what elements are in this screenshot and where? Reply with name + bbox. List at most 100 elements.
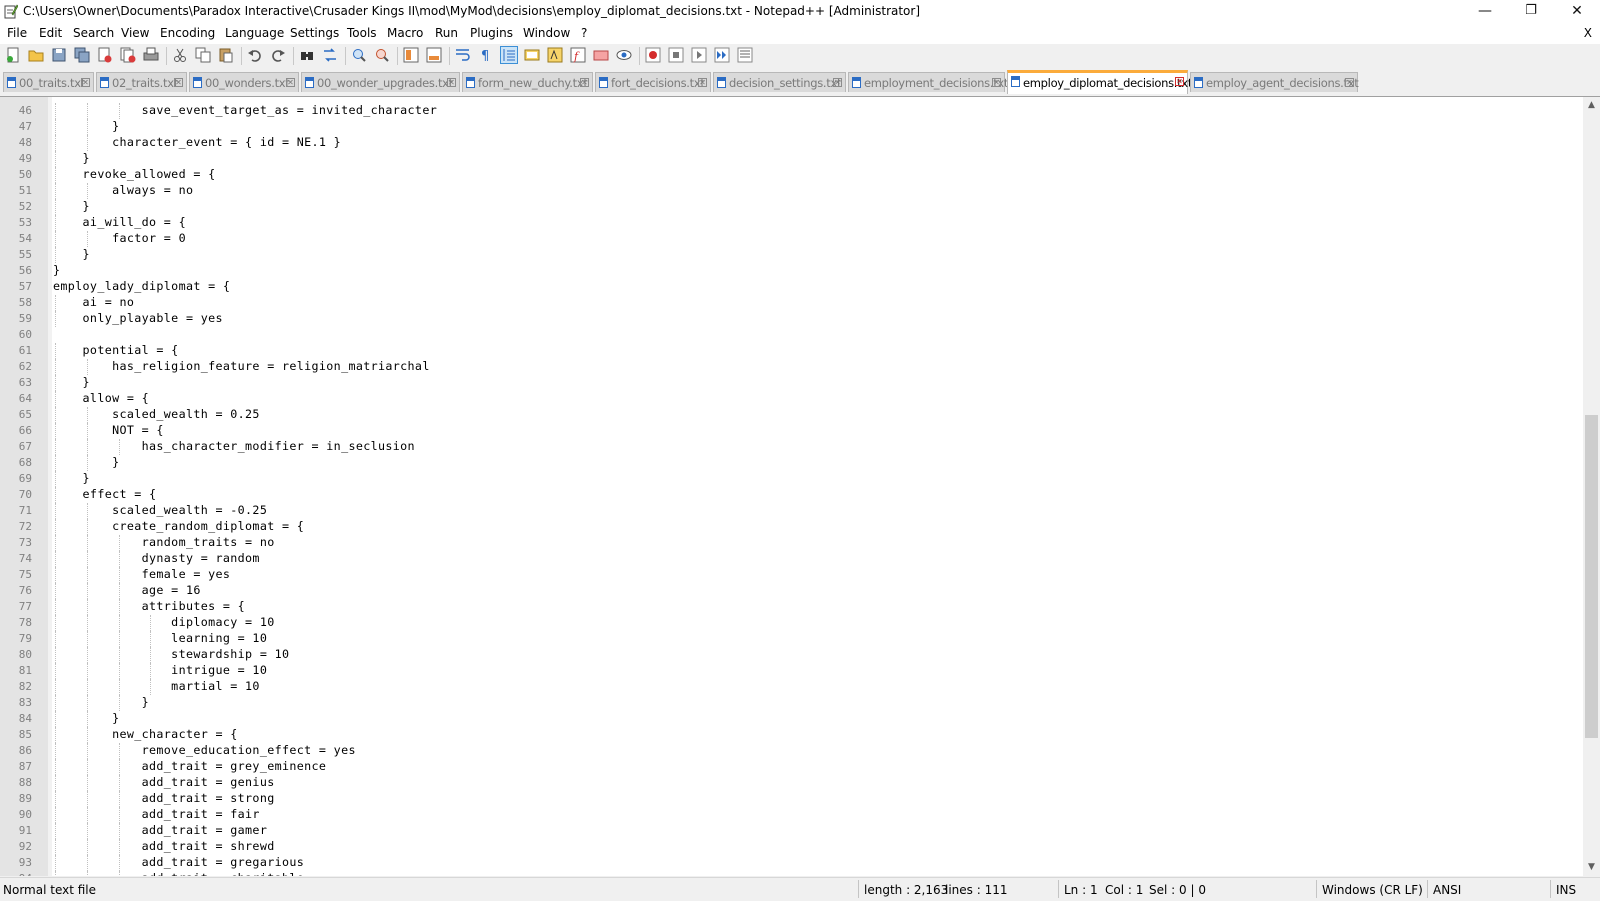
code-line[interactable]: }	[53, 375, 90, 389]
tab-close-icon[interactable]: ✕	[1345, 78, 1354, 87]
folder-workspace-icon[interactable]	[593, 47, 609, 63]
macro-stop-icon[interactable]	[668, 47, 684, 63]
code-line[interactable]: attributes = {	[53, 599, 245, 613]
close-document-button[interactable]: X	[1584, 26, 1592, 40]
word-wrap-icon[interactable]	[455, 47, 471, 63]
copy-icon[interactable]	[195, 47, 211, 63]
macro-run-multiple-icon[interactable]	[714, 47, 730, 63]
new-file-icon[interactable]	[5, 47, 21, 63]
code-line[interactable]: stewardship = 10	[53, 647, 289, 661]
close-button[interactable]: ✕	[1554, 0, 1600, 24]
macro-save-icon[interactable]	[737, 47, 753, 63]
macro-record-icon[interactable]	[645, 47, 661, 63]
menu-tools[interactable]: Tools	[347, 26, 377, 40]
tab-02-traits[interactable]: 02_traits.txt ✕	[96, 72, 187, 92]
code-line[interactable]: factor = 0	[53, 231, 186, 245]
save-icon[interactable]	[51, 47, 67, 63]
menu-settings[interactable]: Settings	[290, 26, 339, 40]
code-line[interactable]: learning = 10	[53, 631, 267, 645]
document-map-icon[interactable]	[547, 47, 563, 63]
scroll-down-arrow-icon[interactable]: ▼	[1583, 859, 1600, 876]
code-line[interactable]: }	[53, 695, 149, 709]
editor-area[interactable]: 46 save_event_target_as = invited_charac…	[0, 96, 1600, 876]
tab-form-new-duchy[interactable]: form_new_duchy.txt ✕	[462, 72, 593, 92]
tab-employ-diplomat-decisions[interactable]: employ_diplomat_decisions.txt ✕	[1007, 70, 1192, 94]
tab-close-icon[interactable]: ✕	[81, 78, 90, 87]
code-line[interactable]: always = no	[53, 183, 193, 197]
scrollbar-thumb[interactable]	[1585, 415, 1598, 738]
code-line[interactable]: character_event = { id = NE.1 }	[53, 135, 341, 149]
save-all-icon[interactable]	[74, 47, 90, 63]
menu-window[interactable]: Window	[523, 26, 570, 40]
menu-run[interactable]: Run	[435, 26, 458, 40]
tab-close-icon[interactable]: ✕	[698, 78, 707, 87]
code-line[interactable]: save_event_target_as = invited_character	[53, 103, 437, 117]
code-line[interactable]: allow = {	[53, 391, 149, 405]
tab-close-icon[interactable]: ✕	[1175, 77, 1184, 86]
monitoring-icon[interactable]	[616, 47, 632, 63]
code-line[interactable]: }	[53, 247, 90, 261]
tab-close-icon[interactable]: ✕	[447, 78, 456, 87]
code-line[interactable]: remove_education_effect = yes	[53, 743, 356, 757]
code-line[interactable]: add_trait = gregarious	[53, 855, 304, 869]
tab-employ-agent-decisions[interactable]: employ_agent_decisions.txt ✕	[1190, 72, 1359, 92]
open-file-icon[interactable]	[28, 47, 44, 63]
code-line[interactable]: create_random_diplomat = {	[53, 519, 304, 533]
code-line[interactable]: scaled_wealth = 0.25	[53, 407, 260, 421]
tab-close-icon[interactable]: ✕	[580, 78, 589, 87]
minimize-button[interactable]: —	[1462, 0, 1508, 24]
show-all-characters-icon[interactable]: ¶	[478, 47, 494, 63]
macro-play-icon[interactable]	[691, 47, 707, 63]
undo-icon[interactable]	[247, 47, 263, 63]
code-line[interactable]: add_trait = grey_eminence	[53, 759, 326, 773]
find-icon[interactable]	[299, 47, 315, 63]
code-line[interactable]: new_character = {	[53, 727, 238, 741]
code-line[interactable]: }	[53, 199, 90, 213]
code-line[interactable]: }	[53, 471, 90, 485]
zoom-in-icon[interactable]	[351, 47, 367, 63]
tab-close-icon[interactable]: ✕	[174, 78, 183, 87]
menu-edit[interactable]: Edit	[39, 26, 62, 40]
code-line[interactable]: ai = no	[53, 295, 134, 309]
menu-help[interactable]: ?	[581, 26, 587, 40]
tab-00-traits[interactable]: 00_traits.txt ✕	[3, 72, 94, 92]
tab-fort-decisions[interactable]: fort_decisions.txt ✕	[595, 72, 711, 92]
menu-language[interactable]: Language	[225, 26, 284, 40]
code-line[interactable]: add_trait = gamer	[53, 823, 267, 837]
menu-plugins[interactable]: Plugins	[470, 26, 513, 40]
tab-close-icon[interactable]: ✕	[992, 78, 1001, 87]
sync-vertical-icon[interactable]	[403, 47, 419, 63]
code-line[interactable]: employ_lady_diplomat = {	[53, 279, 230, 293]
function-list-icon[interactable]: f	[570, 47, 586, 63]
vertical-scrollbar[interactable]: ▲ ▼	[1583, 97, 1600, 876]
menu-view[interactable]: View	[121, 26, 149, 40]
code-line[interactable]: add_trait = charitable	[53, 871, 304, 876]
menu-file[interactable]: File	[7, 26, 27, 40]
indent-guide-icon[interactable]	[500, 46, 518, 64]
tab-employment-decisions[interactable]: employment_decisions.txt ✕	[848, 72, 1008, 92]
code-line[interactable]: ai_will_do = {	[53, 215, 186, 229]
code-line[interactable]: only_playable = yes	[53, 311, 223, 325]
code-line[interactable]: effect = {	[53, 487, 157, 501]
code-line[interactable]: has_religion_feature = religion_matriarc…	[53, 359, 430, 373]
code-line[interactable]: }	[53, 263, 60, 277]
scroll-up-arrow-icon[interactable]: ▲	[1583, 97, 1600, 114]
sync-horizontal-icon[interactable]	[426, 47, 442, 63]
menu-macro[interactable]: Macro	[387, 26, 423, 40]
zoom-out-icon[interactable]	[374, 47, 390, 63]
print-icon[interactable]	[143, 47, 159, 63]
tab-decision-settings[interactable]: decision_settings.txt ✕	[713, 72, 846, 92]
code-line[interactable]: female = yes	[53, 567, 230, 581]
redo-icon[interactable]	[270, 47, 286, 63]
tab-00-wonders[interactable]: 00_wonders.txt ✕	[189, 72, 299, 92]
code-line[interactable]: intrigue = 10	[53, 663, 267, 677]
close-all-icon[interactable]	[120, 47, 136, 63]
code-line[interactable]: NOT = {	[53, 423, 164, 437]
code-line[interactable]: scaled_wealth = -0.25	[53, 503, 267, 517]
cut-icon[interactable]	[172, 47, 188, 63]
code-line[interactable]: }	[53, 151, 90, 165]
tab-close-icon[interactable]: ✕	[833, 78, 842, 87]
menu-encoding[interactable]: Encoding	[160, 26, 215, 40]
code-line[interactable]: dynasty = random	[53, 551, 260, 565]
paste-icon[interactable]	[218, 47, 234, 63]
